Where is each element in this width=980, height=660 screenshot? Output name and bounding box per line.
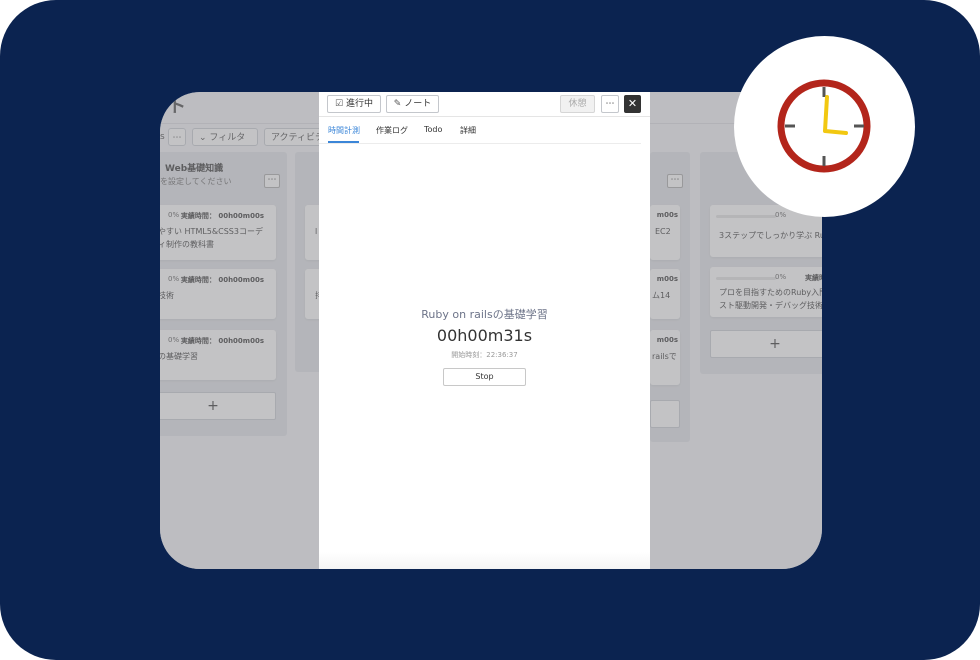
- more-button[interactable]: ⋯: [601, 95, 619, 113]
- clock-icon: [777, 79, 871, 173]
- tab-details[interactable]: 詳細: [460, 125, 476, 136]
- timer-start-time: 開始時刻：22:36:37: [451, 351, 518, 359]
- tab-time-tracking[interactable]: 時間計測: [328, 125, 360, 136]
- rest-button[interactable]: 休憩: [560, 95, 595, 113]
- tab-work-log[interactable]: 作業ログ: [376, 125, 408, 136]
- modal-tabs: 時間計測 作業ログ Todo 詳細: [319, 118, 650, 142]
- modal-bottom-fade: [319, 552, 650, 569]
- modal-header-divider: [319, 116, 650, 117]
- close-button[interactable]: ✕: [624, 95, 641, 113]
- stop-button[interactable]: Stop: [443, 368, 526, 386]
- note-button[interactable]: ✎ ノート: [386, 95, 439, 113]
- note-label: ノート: [404, 99, 432, 109]
- status-button[interactable]: ☑ 進行中: [327, 95, 381, 113]
- app-screen: ト s ⋯ ⌄ フィルター アクティビティ Web基礎知識 を設定してください …: [160, 92, 822, 569]
- clock-badge: [734, 36, 915, 217]
- timer-elapsed: 00h00m31s: [436, 326, 533, 345]
- timer-modal: ☑ 進行中 ✎ ノート 休憩 ⋯ ✕ 時間計測 作業ログ Todo 詳細 Ruby …: [319, 92, 650, 569]
- tab-todo[interactable]: Todo: [424, 125, 442, 134]
- status-label: 進行中: [346, 99, 374, 109]
- timer-task-title: Ruby on railsの基礎学習: [421, 308, 548, 321]
- checkbox-icon: ☑: [334, 99, 344, 109]
- device-frame: ト s ⋯ ⌄ フィルター アクティビティ Web基礎知識 を設定してください …: [0, 0, 980, 660]
- tab-divider: [319, 143, 641, 144]
- pencil-icon: ✎: [393, 99, 402, 109]
